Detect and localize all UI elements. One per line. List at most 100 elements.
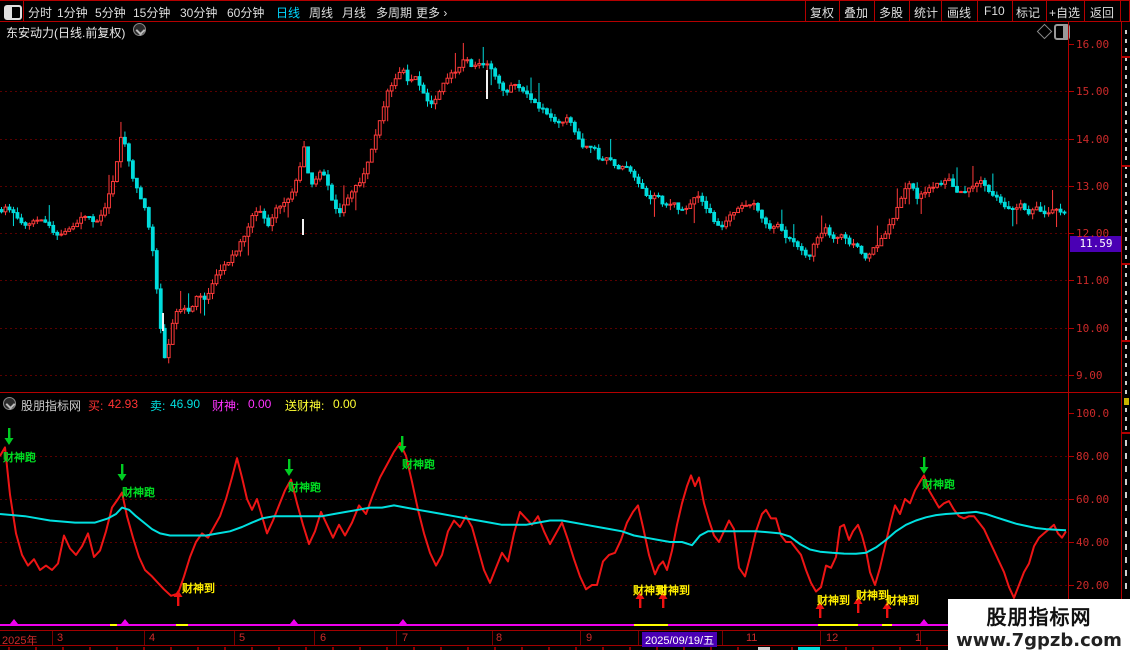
toolbar-button-5[interactable]: F10 [984, 4, 1005, 18]
candle-down [334, 199, 338, 210]
period-tab-3[interactable]: 15分钟 [133, 4, 170, 21]
candle-up [839, 234, 844, 238]
candle-down [537, 102, 541, 109]
strip-glyph [1125, 75, 1127, 79]
candle-up [194, 295, 199, 307]
candle-down [831, 234, 836, 239]
main-y-label: 15.00 [1076, 85, 1110, 98]
candle-up [771, 226, 776, 229]
toolbar-button-6[interactable]: 标记 [1016, 4, 1040, 21]
indicator-gridline [0, 499, 1067, 500]
strip-glyph [1125, 48, 1127, 52]
green-down-arrow-icon [284, 469, 294, 476]
main-y-label: 9.00 [1076, 369, 1103, 382]
candle-up [485, 63, 490, 66]
period-tab-7[interactable]: 周线 [309, 4, 333, 21]
indicator-y-tick [1068, 542, 1074, 543]
candle-down [644, 187, 649, 196]
candle-down [1038, 206, 1043, 212]
toolbar-button-8[interactable]: 返回 [1090, 4, 1114, 21]
candle-up [931, 186, 936, 189]
candle-down [330, 184, 334, 201]
sell-label: 卖: [150, 399, 166, 413]
right-edge-strip[interactable] [1121, 22, 1130, 630]
candle-up [1034, 206, 1039, 211]
period-tab-10[interactable]: 更多 › [416, 4, 447, 21]
indicator-dropdown-icon[interactable] [3, 397, 16, 410]
candle-up [373, 134, 378, 150]
period-tab-6[interactable]: 日线 [276, 4, 300, 21]
candle-up [111, 180, 115, 195]
buy-line [0, 442, 1067, 599]
candle-down [1002, 201, 1007, 208]
green-down-arrow-icon [923, 457, 926, 467]
toolbar-button-3[interactable]: 统计 [914, 4, 938, 21]
strip-glyph [1125, 408, 1127, 412]
period-tab-8[interactable]: 月线 [342, 4, 366, 21]
caishen-arrive-label: 财神到 [817, 595, 850, 607]
strip-glyph [1125, 531, 1127, 537]
strip-glyph [1125, 309, 1127, 313]
toolbar-divider [941, 1, 942, 21]
green-down-arrow-icon [401, 436, 404, 446]
toolbar-button-4[interactable]: 画线 [947, 4, 971, 21]
strip-glyph [1125, 417, 1127, 421]
date-tick [314, 631, 315, 645]
candle-down [1062, 211, 1067, 214]
indicator-gridline [0, 456, 1067, 457]
strip-glyph [1125, 466, 1127, 472]
candle-up [477, 63, 482, 66]
title-dropdown-icon[interactable] [133, 23, 146, 36]
period-tab-9[interactable]: 多周期 [376, 4, 412, 21]
period-tab-5[interactable]: 60分钟 [227, 4, 264, 21]
strip-glyph [1125, 138, 1127, 142]
period-tab-1[interactable]: 1分钟 [57, 4, 88, 21]
period-tab-0[interactable]: 分时 [28, 4, 52, 21]
candle-down [859, 245, 864, 254]
candle-down [425, 92, 430, 102]
date-label: 3 [57, 632, 64, 644]
strip-glyph [1125, 84, 1127, 88]
toolbar-button-7[interactable]: +自选 [1049, 4, 1080, 21]
white-annotation-mark [486, 70, 488, 99]
toolbar-button-2[interactable]: 多股 [879, 4, 903, 21]
strip-glyph [1125, 120, 1127, 124]
date-tick [396, 631, 397, 645]
green-down-arrow-icon [117, 474, 127, 481]
candle-down [87, 215, 91, 218]
candle-up [959, 191, 963, 194]
candle-up [103, 207, 107, 216]
indicator-name[interactable]: 股朋指标网 [21, 397, 81, 414]
diamond-marker-icon[interactable] [1036, 23, 1053, 40]
chart-canvas[interactable] [0, 0, 1130, 650]
strip-divider [1122, 165, 1130, 167]
candle-up [59, 233, 64, 236]
candle-up [696, 195, 701, 199]
candle-up [95, 220, 99, 223]
candle-up [381, 106, 386, 122]
candle-down [1026, 208, 1031, 215]
candle-down [154, 250, 159, 290]
caishen-bump [920, 619, 928, 624]
period-tab-2[interactable]: 5分钟 [95, 4, 126, 21]
date-label: 4 [149, 632, 156, 644]
candle-down [11, 209, 16, 214]
sidebar-toggle-icon[interactable] [4, 5, 22, 20]
strip-glyph [1125, 228, 1127, 232]
candle-up [31, 220, 36, 225]
date-label: 11 [746, 632, 758, 644]
candle-down [7, 206, 12, 211]
sell-value: 46.90 [170, 397, 201, 411]
toolbar-button-1[interactable]: 叠加 [844, 4, 868, 21]
main-gridline [0, 139, 1067, 140]
date-tick [820, 631, 821, 645]
candle-up [867, 253, 872, 259]
songcaishen-tick [110, 624, 117, 626]
candle-down [764, 217, 768, 225]
candle-up [377, 120, 382, 136]
toolbar-button-0[interactable]: 复权 [810, 4, 834, 21]
candle-up [206, 292, 211, 300]
period-tab-4[interactable]: 30分钟 [180, 4, 217, 21]
date-label: 7 [402, 632, 409, 644]
candle-up [752, 203, 756, 206]
